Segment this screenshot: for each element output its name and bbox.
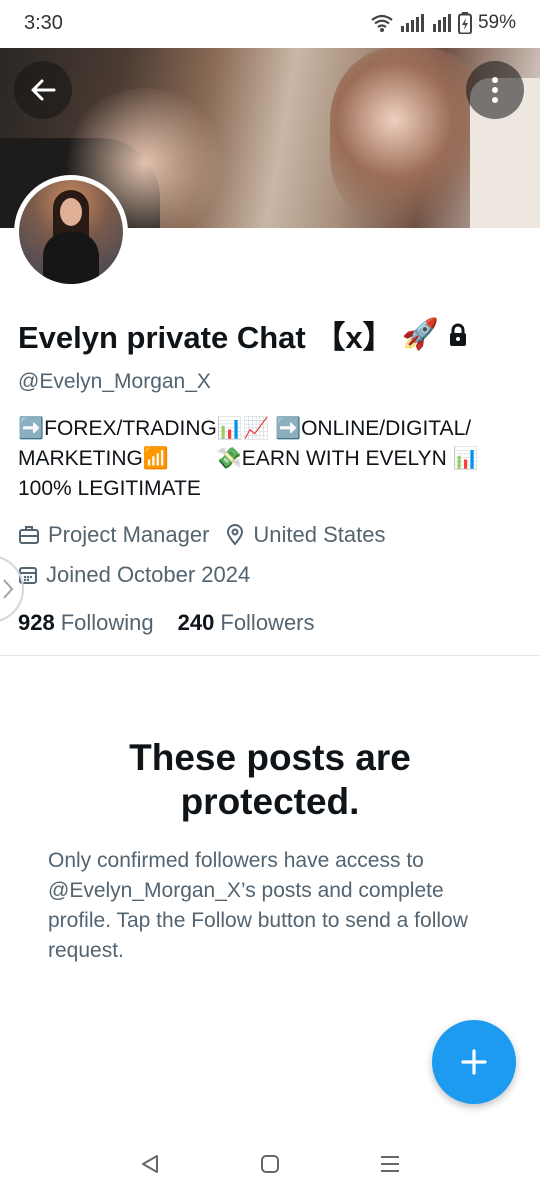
system-nav-bar (0, 1128, 540, 1200)
signal-icon (400, 14, 424, 32)
nav-home-button[interactable] (250, 1144, 290, 1184)
follow-stats: 928 Following 240 Followers (18, 610, 315, 636)
location-text: United States (253, 522, 386, 547)
battery-percent: 59% (477, 12, 516, 33)
arrow-left-icon (31, 79, 56, 101)
more-options-button[interactable] (466, 61, 524, 119)
status-time: 3:30 (24, 12, 63, 34)
followers-count: 240 (177, 610, 215, 635)
home-square-icon (261, 1155, 279, 1173)
avatar-shape (43, 232, 99, 284)
rocket-emoji: 🚀 (401, 318, 439, 351)
followers-link[interactable]: 240 Followers (178, 610, 315, 636)
avatar-image (19, 180, 123, 284)
profile-name-row: Evelyn private Chat 【x】 🚀 (18, 312, 469, 357)
status-bar: 3:30 59% (0, 0, 540, 48)
avatar[interactable] (14, 175, 128, 289)
profile-handle: @Evelyn_Morgan_X (18, 370, 211, 393)
plus-icon (461, 1049, 487, 1075)
joined-text: Joined October 2024 (46, 562, 251, 587)
status-icons: 59% (370, 12, 516, 34)
lock-icon (449, 323, 466, 346)
following-link[interactable]: 928 Following (18, 610, 154, 636)
followers-label: Followers (220, 610, 315, 635)
chevron-right-icon (3, 579, 14, 599)
following-count: 928 (18, 610, 55, 635)
nav-recents-button[interactable] (370, 1144, 410, 1184)
recents-menu-icon (381, 1156, 399, 1172)
battery-charging-icon (457, 12, 472, 34)
profile-bio: ➡️FOREX/TRADING📊📈 ➡️ONLINE/DIGITAL/ MARK… (18, 417, 479, 500)
signal-icon (432, 14, 451, 32)
profile-name: Evelyn private Chat 【x】 (18, 320, 394, 355)
profile-joined-row: Joined October 2024 (18, 562, 266, 588)
protected-description: Only confirmed followers have access to … (48, 849, 468, 962)
vertical-dots-icon (492, 77, 498, 103)
profile-location: United States (225, 522, 386, 548)
profile-meta-row: Project Manager United States (18, 522, 402, 548)
profile-joined: Joined October 2024 (18, 562, 250, 588)
location-pin-icon (227, 524, 244, 546)
profile-job: Project Manager (18, 522, 209, 548)
divider (0, 655, 540, 656)
nav-back-button[interactable] (130, 1144, 170, 1184)
back-button[interactable] (14, 61, 72, 119)
following-label: Following (60, 610, 154, 635)
back-triangle-icon (142, 1155, 158, 1173)
compose-post-button[interactable] (432, 1020, 516, 1104)
avatar-shape (60, 198, 82, 226)
banner-shape (330, 48, 490, 228)
briefcase-icon (19, 526, 39, 544)
job-text: Project Manager (48, 522, 210, 547)
wifi-icon (371, 14, 393, 32)
protected-title: These posts are protected. (129, 737, 411, 822)
